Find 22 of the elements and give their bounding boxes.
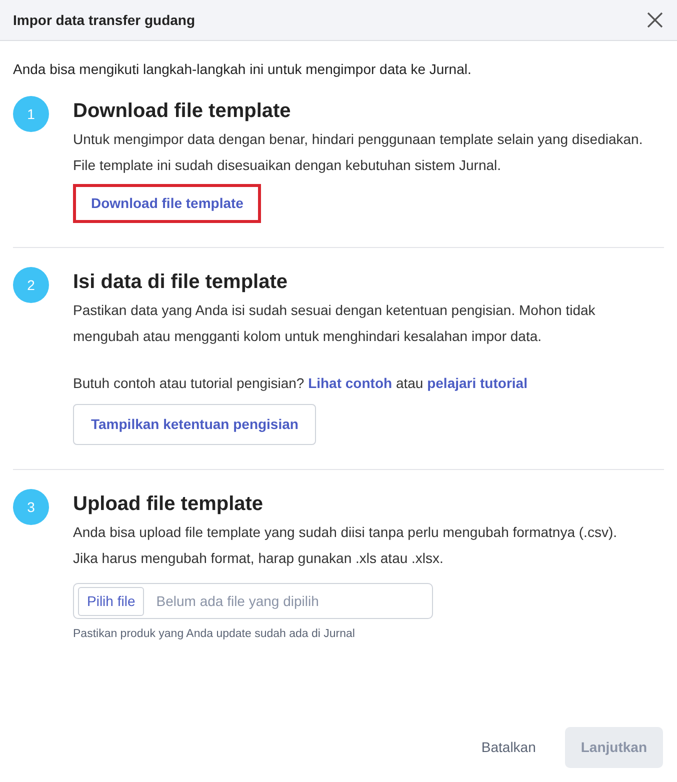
step-title: Isi data di file template (73, 270, 289, 294)
cancel-button[interactable]: Batalkan (465, 727, 552, 768)
help-link[interactable]: pelajari tutorial (427, 375, 528, 391)
step-title: Download file template (73, 99, 292, 123)
help-link[interactable]: Lihat contoh (308, 375, 392, 391)
step-description: Untuk mengimpor data dengan benar, hindari penggunaan template selain yang disediakan. File template ini sudah disesuaikan dengan kebutuhan sistem Jurnal. (73, 130, 643, 175)
step-number: 3 (13, 489, 49, 525)
help-text: Butuh contoh atau tutorial pengisian? Lihat contoh atau pelajari tutorial (73, 374, 528, 393)
close-icon[interactable] (646, 11, 664, 29)
step-title: Upload file template (73, 492, 264, 516)
hint-text: Pastikan produk yang Anda update sudah ada di Jurnal (73, 627, 356, 642)
file-input-field[interactable]: Pilih file Belum ada file yang dipilih (73, 583, 433, 619)
file-placeholder: Belum ada file yang dipilih (156, 592, 319, 611)
step-number: 1 (13, 96, 49, 132)
step-description: Pastikan data yang Anda isi sudah sesuai dengan ketentuan pengisian. Mohon tidak mengubah atau mengganti kolom untuk menghindari kesalahan impor data. (73, 301, 596, 346)
step-number: 2 (13, 267, 49, 303)
rules-button[interactable]: Tampilkan ketentuan pengisian (73, 404, 316, 445)
choose-file-button[interactable]: Pilih file (78, 586, 144, 616)
step-description: Anda bisa upload file template yang sudah diisi tanpa perlu mengubah formatnya (.csv). Jika harus mengubah format, harap gunakan .xls atau .xlsx. (73, 523, 617, 568)
download-button[interactable]: Download file template (73, 184, 262, 223)
intro-text: Anda bisa mengikuti langkah-langkah ini untuk mengimpor data ke Jurnal. (13, 60, 472, 79)
dialog-title: Impor data transfer gudang (13, 10, 196, 30)
